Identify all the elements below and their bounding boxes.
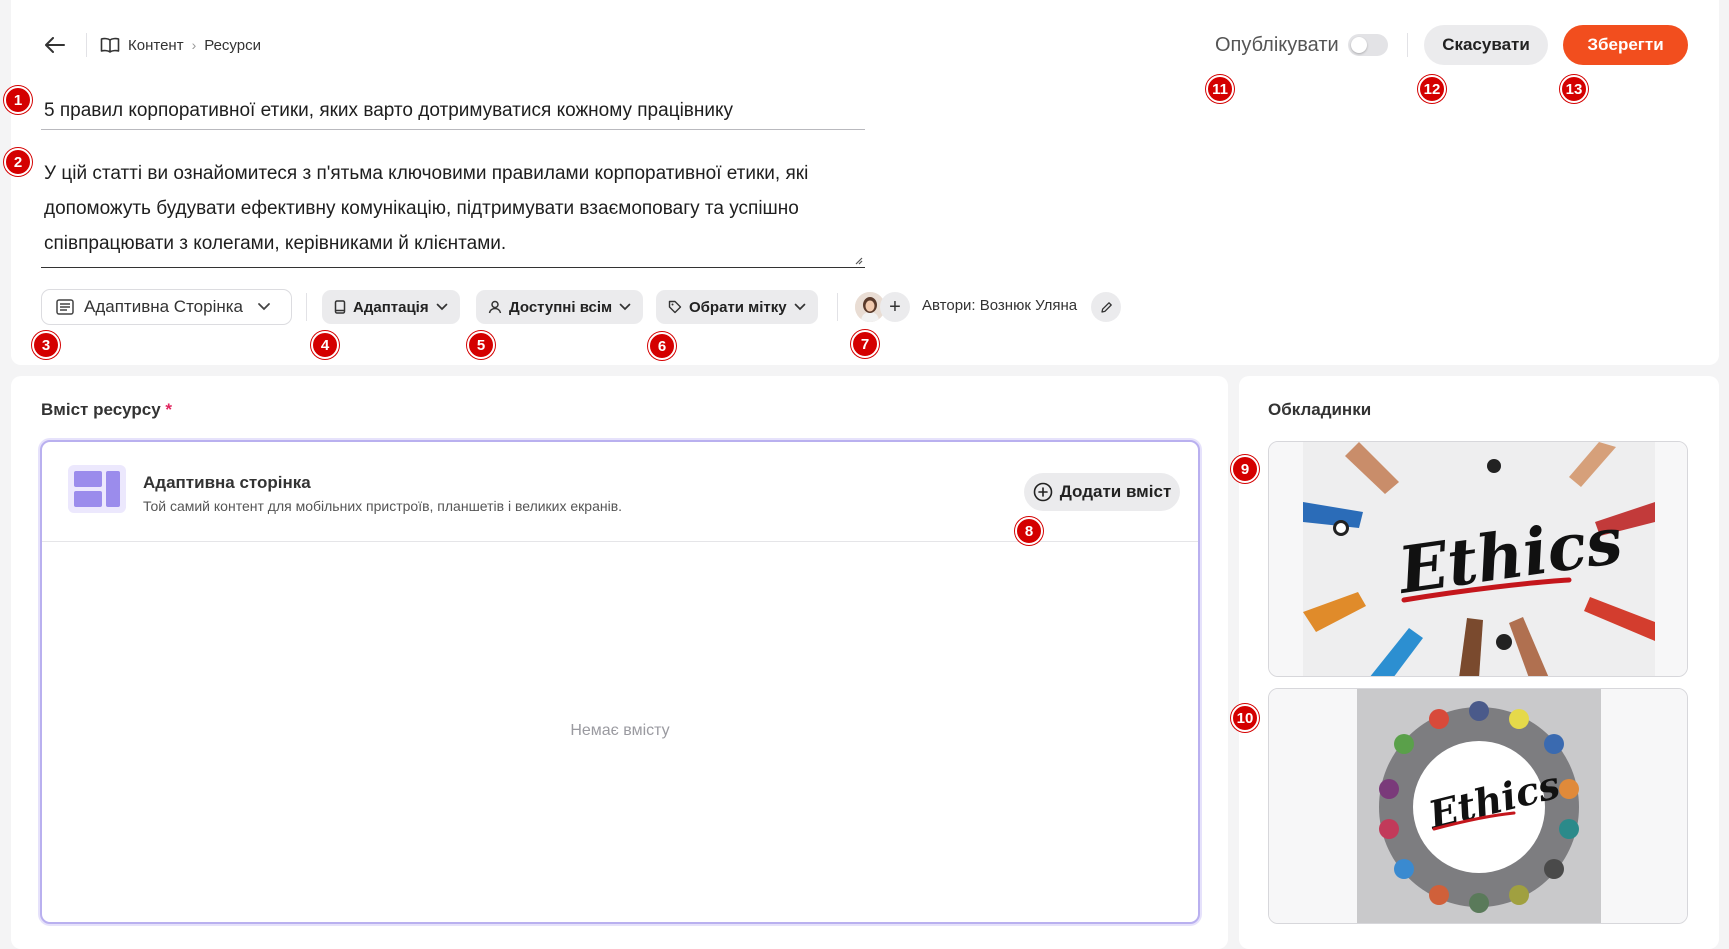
covers-label: Обкладинки bbox=[1268, 400, 1372, 419]
resource-type-select[interactable]: Адаптивна Сторінка bbox=[41, 289, 292, 325]
breadcrumb-item-resources[interactable]: Ресурси bbox=[204, 37, 261, 54]
edit-authors-button[interactable] bbox=[1091, 292, 1121, 322]
resource-type-value: Адаптивна Сторінка bbox=[84, 297, 244, 316]
annotation-badge-1: 1 bbox=[4, 86, 32, 114]
plus-circle-icon bbox=[1033, 482, 1053, 502]
divider bbox=[837, 293, 838, 321]
add-content-label: Додати вміст bbox=[1059, 482, 1172, 501]
annotation-badge-4: 4 bbox=[311, 331, 339, 359]
required-mark: * bbox=[165, 400, 173, 419]
back-button[interactable] bbox=[40, 32, 70, 58]
resize-handle-icon[interactable] bbox=[853, 255, 863, 265]
document-lines-icon bbox=[56, 299, 74, 315]
tag-dropdown[interactable]: Обрати мітку bbox=[656, 290, 818, 324]
cover-image-2[interactable]: Ethics bbox=[1268, 688, 1688, 924]
chevron-down-icon bbox=[436, 303, 447, 311]
description-text: У цій статті ви ознайомитеся з п'ятьма к… bbox=[44, 163, 809, 254]
description-textarea[interactable]: У цій статті ви ознайомитеся з п'ятьма к… bbox=[41, 156, 865, 268]
divider bbox=[1407, 33, 1408, 57]
tag-icon bbox=[668, 300, 682, 314]
divider bbox=[306, 293, 307, 321]
annotation-badge-7: 7 bbox=[851, 330, 879, 358]
access-label: Доступні всім bbox=[509, 298, 613, 316]
publish-label: Опублікувати bbox=[1215, 34, 1339, 56]
adaptation-label: Адаптація bbox=[353, 298, 429, 316]
annotation-badge-3: 3 bbox=[32, 331, 60, 359]
content-label-text: Вміст ресурсу bbox=[41, 400, 161, 419]
chevron-right-icon: › bbox=[191, 37, 197, 53]
save-button[interactable]: Зберегти bbox=[1563, 25, 1688, 65]
toggle-knob bbox=[1351, 37, 1367, 53]
cancel-button[interactable]: Скасувати bbox=[1424, 25, 1548, 65]
annotation-badge-13: 13 bbox=[1560, 75, 1588, 103]
add-content-button[interactable]: Додати вміст bbox=[1024, 473, 1180, 511]
annotation-badge-11: 11 bbox=[1206, 75, 1234, 103]
cover-image-1[interactable]: Ethics bbox=[1268, 441, 1688, 677]
publish-toggle[interactable] bbox=[1348, 34, 1388, 56]
annotation-badge-2: 2 bbox=[4, 148, 32, 176]
book-icon bbox=[334, 300, 346, 314]
divider bbox=[86, 33, 87, 57]
add-author-button[interactable]: + bbox=[880, 292, 910, 322]
content-editor[interactable]: Адаптивна сторінка Той самий контент для… bbox=[40, 440, 1200, 924]
user-icon bbox=[488, 300, 502, 314]
title-input[interactable]: 5 правил корпоративної етики, яких варто… bbox=[41, 96, 865, 130]
annotation-badge-10: 10 bbox=[1231, 704, 1259, 732]
annotation-badge-8: 8 bbox=[1015, 517, 1043, 545]
chevron-down-icon bbox=[619, 303, 631, 311]
chevron-down-icon bbox=[794, 303, 805, 311]
annotation-badge-12: 12 bbox=[1418, 75, 1446, 103]
tag-label: Обрати мітку bbox=[689, 298, 787, 316]
page-type-subtitle: Той самий контент для мобільних пристрої… bbox=[143, 498, 623, 514]
adaptive-layout-icon bbox=[68, 465, 126, 513]
breadcrumb: Контент › Ресурси bbox=[100, 34, 261, 56]
annotation-badge-6: 6 bbox=[648, 332, 676, 360]
access-dropdown[interactable]: Доступні всім bbox=[476, 290, 644, 324]
arrow-left-icon bbox=[45, 37, 65, 53]
plus-icon: + bbox=[889, 295, 901, 318]
pencil-icon bbox=[1100, 301, 1112, 313]
cover-ethics-hands-image: Ethics bbox=[1269, 442, 1687, 676]
breadcrumb-item-content[interactable]: Контент bbox=[128, 37, 184, 54]
annotation-badge-5: 5 bbox=[467, 331, 495, 359]
page-type-title: Адаптивна сторінка bbox=[143, 473, 311, 492]
book-icon bbox=[100, 37, 120, 53]
content-section-label: Вміст ресурсу * bbox=[41, 400, 172, 420]
authors-label: Автори: Вознюк Уляна bbox=[922, 297, 1078, 314]
annotation-badge-9: 9 bbox=[1231, 455, 1259, 483]
chevron-down-icon bbox=[258, 303, 270, 311]
adaptation-dropdown[interactable]: Адаптація bbox=[322, 290, 460, 324]
cover-ethics-circle-image: Ethics bbox=[1269, 689, 1687, 923]
empty-content-text: Немає вмісту bbox=[570, 722, 670, 739]
